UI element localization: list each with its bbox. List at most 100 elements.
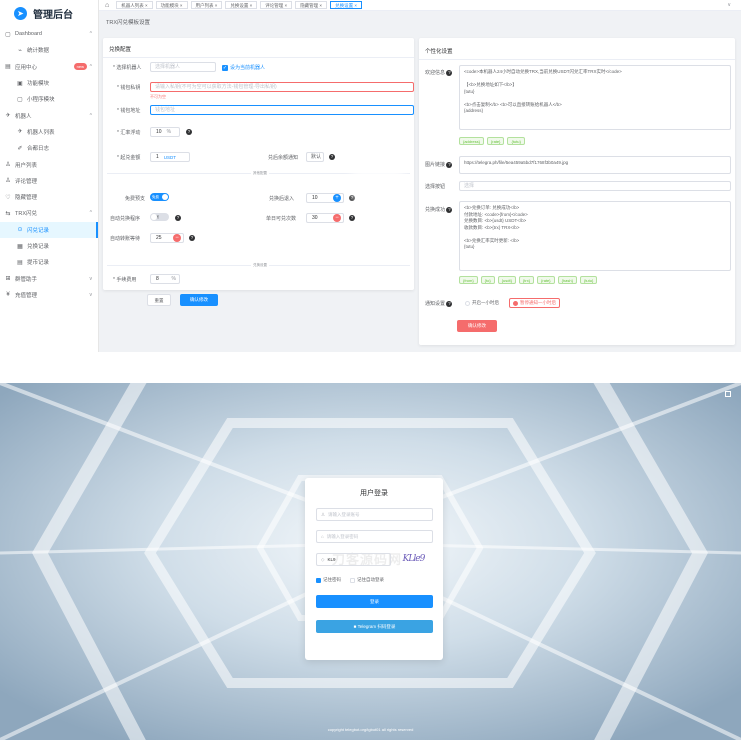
robot-select[interactable]: 选择机器人 (150, 62, 216, 72)
sidebar-item-0[interactable]: ▢ Dashboard ^ (0, 26, 98, 42)
sidebar-item-label: 提币记录 (27, 260, 50, 267)
fullscreen-icon[interactable] (725, 391, 731, 397)
sidebar-item-15[interactable]: ⊞ 群管助手 v (0, 270, 98, 286)
nav-icon: ✈ (5, 113, 11, 120)
chevron-down-icon[interactable]: ∨ (727, 2, 731, 8)
tab-2[interactable]: 用户列表 × (190, 1, 223, 9)
variable-tag[interactable]: {usdt} (497, 276, 516, 284)
home-icon[interactable]: ⌂ (105, 2, 109, 9)
auto-login-checkbox[interactable]: 记住自动登录 (350, 577, 384, 583)
nav-icon: ¥ (6, 291, 10, 298)
help-icon[interactable]: ? (186, 129, 192, 135)
tabs-bar: ⌂ 机器人列表 × 功能模块 × 用户列表 × 兑换设置 × 评论管理 × 隐藏管理 × 兑… (99, 0, 741, 11)
chevron-icon: v (89, 291, 93, 298)
auto-exec-toggle[interactable]: 关闭 (150, 213, 169, 221)
captcha-input[interactable]: ◇ KL9 (316, 553, 391, 566)
times-stepper[interactable]: 30− (306, 213, 344, 223)
reset-button[interactable]: 重置 (147, 294, 171, 306)
login-card: 用户登录 ♙ 请输入登录账号 ⌂ 请输入登录密码 刀客源码网 ◇ KL9 KLle9 … (305, 478, 443, 660)
login-button[interactable]: 登录 (316, 595, 433, 608)
sidebar-item-label: 机器人列表 (27, 129, 55, 136)
password-input[interactable]: ⌂ 请输入登录密码 (316, 530, 433, 543)
divider (103, 57, 414, 58)
sidebar-item-10[interactable]: ♡ 隐藏管理 (0, 189, 98, 205)
variable-tag[interactable]: {address} (459, 137, 484, 145)
section-title: 兑换设置 (251, 263, 269, 268)
notify-settings-label: 通知设置 ? (425, 301, 453, 307)
sidebar-item-3[interactable]: ▣ 功能模块 (0, 75, 98, 91)
sidebar-item-6[interactable]: ✈ 机器人列表 (0, 124, 98, 140)
variable-tag[interactable]: {trx} (518, 276, 535, 284)
set-current-robot-checkbox[interactable]: ✓ 设为当前机器人 (222, 64, 265, 71)
chevron-icon: v (89, 275, 93, 282)
tab-3[interactable]: 兑换设置 × (225, 1, 258, 9)
tab-6[interactable]: 兑换设置 × (330, 1, 362, 9)
shield-icon: ◇ (321, 557, 325, 562)
nav-icon: ⊙ (17, 227, 23, 234)
sidebar-item-16[interactable]: ¥ 充值管理 v (0, 287, 98, 303)
sidebar-item-1[interactable]: ⌁ 统计数据 (0, 42, 98, 58)
image-link-textarea[interactable]: https://telegra.ph/file/5ea459a5bd7f1768… (459, 156, 731, 174)
sidebar-item-7[interactable]: ✐ 合都日志 (0, 140, 98, 156)
sidebar-item-13[interactable]: ▦ 兑换记录 (0, 238, 98, 254)
sidebar-item-5[interactable]: ✈ 机器人 ^ (0, 107, 98, 123)
telegram-login-button[interactable]: ■ Telegram 扫码登录 (316, 620, 433, 633)
nav-icon: ▣ (17, 80, 23, 87)
increment-icon: + (333, 194, 341, 202)
captcha-image[interactable]: KLle9 (394, 553, 433, 566)
tab-4[interactable]: 评论管理 × (260, 1, 293, 9)
chevron-icon: ^ (89, 112, 92, 119)
tab-5[interactable]: 隐藏管理 × (295, 1, 328, 9)
wallet-address-input[interactable]: 钱包地址 (150, 105, 414, 115)
min-amount-input[interactable]: 1 USDT (150, 152, 190, 162)
sidebar-item-9[interactable]: ♙ 评论管理 (0, 173, 98, 189)
private-key-input[interactable]: 请输入私钥(不可为空可以获取方法-钱包管理-导出私钥) (150, 82, 414, 92)
tab-0[interactable]: 机器人列表 × (116, 1, 153, 9)
sidebar: ➤ 管理后台 ▢ Dashboard ^ ⌁ 统计数据 ▤ 应用中心 new ^ ▣ 功能模块 ▢ 小程… (0, 0, 99, 352)
sidebar-item-11[interactable]: ⇆ TRX闪兑 ^ (0, 205, 98, 221)
times-label: 单日可兑次数 (266, 216, 297, 222)
radio-option-2[interactable]: 暂停通知一小时后 (509, 298, 560, 308)
sidebar-item-label: 闪兑记录 (27, 227, 50, 234)
welcome-textarea[interactable]: <code>本机器人24小时自动兑换TRX,当前兑换USDT闪兑汇率TRX实时<… (459, 65, 731, 130)
success-textarea[interactable]: <b>兑换订单: 兑换成功</b> 付款地址: <code>{from}</co… (459, 201, 731, 271)
sidebar-item-14[interactable]: ▤ 提币记录 (0, 254, 98, 270)
confirm-button[interactable]: 确认修改 (180, 294, 218, 306)
help-icon[interactable]: ? (175, 215, 181, 221)
tabs-list: 机器人列表 × 功能模块 × 用户列表 × 兑换设置 × 评论管理 × 隐藏管理 × 兑换设… (116, 1, 362, 9)
help-icon: ? (446, 70, 453, 76)
notify-select[interactable]: 默认 (306, 152, 324, 162)
admin-panel: ➤ 管理后台 ▢ Dashboard ^ ⌁ 统计数据 ▤ 应用中心 new ^ ▣ 功能模块 ▢ 小程… (0, 0, 741, 352)
card-title: 个性化设置 (425, 49, 453, 55)
variable-tag[interactable]: {tutu} (507, 137, 525, 145)
free-label: 免费预支 (125, 196, 146, 202)
radio-option-1[interactable]: 开启一小时后 (461, 298, 503, 308)
refund-stepper[interactable]: 10 + (306, 193, 344, 203)
remember-password-checkbox[interactable]: 记住密码 (316, 577, 341, 583)
fee-input[interactable]: 8% (150, 274, 180, 284)
free-toggle[interactable]: 免费 (150, 193, 169, 201)
sidebar-item-4[interactable]: ▢ 小程序模块 (0, 91, 98, 107)
variable-tag[interactable]: {hash} (557, 276, 577, 284)
help-icon[interactable]: ? (349, 215, 355, 221)
button-select[interactable]: 选择 (459, 181, 731, 191)
rate-input[interactable]: 10% (150, 127, 180, 137)
sidebar-item-label: 充值管理 (15, 292, 38, 299)
username-input[interactable]: ♙ 请输入登录账号 (316, 508, 433, 521)
variable-tag[interactable]: {to} (480, 276, 495, 284)
variable-tag[interactable]: {rate} (486, 137, 505, 145)
sidebar-item-label: 评论管理 (15, 178, 38, 185)
help-icon[interactable]: ? (329, 154, 335, 160)
confirm-button[interactable]: 确认修改 (457, 320, 497, 332)
wait-stepper[interactable]: 25− (150, 233, 184, 243)
help-icon[interactable]: ? (189, 235, 195, 241)
radio-icon (465, 300, 470, 306)
variable-tag[interactable]: {from} (459, 276, 478, 284)
sidebar-item-2[interactable]: ▤ 应用中心 new ^ (0, 59, 98, 75)
variable-tag[interactable]: {rate} (537, 276, 555, 284)
sidebar-item-12[interactable]: ⊙ 闪兑记录 (0, 221, 98, 238)
sidebar-item-8[interactable]: ♙ 用户列表 (0, 156, 98, 172)
auto-exec-label: 自动兑换程序 (110, 216, 141, 222)
tab-1[interactable]: 功能模块 × (155, 1, 188, 9)
variable-tag[interactable]: {tutu} (579, 276, 598, 284)
